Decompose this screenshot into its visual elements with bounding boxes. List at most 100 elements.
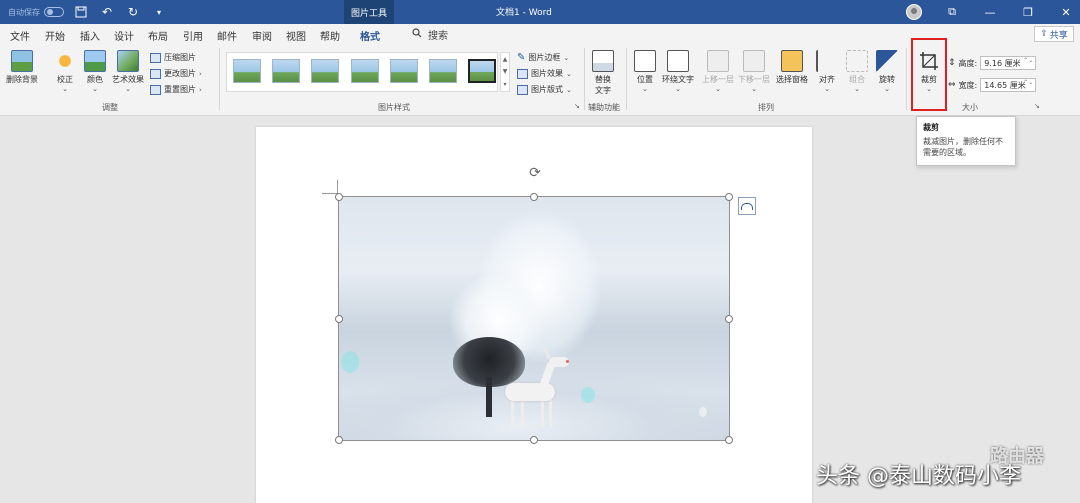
bring-forward-button[interactable]: 上移一层 ⌄: [702, 50, 734, 93]
resize-handle-right[interactable]: [725, 315, 733, 323]
selection-pane-button[interactable]: 选择窗格: [776, 50, 808, 85]
color-label: 颜色: [87, 75, 103, 84]
layout-options-icon[interactable]: [738, 197, 756, 215]
rotate-label: 旋转: [879, 75, 895, 84]
corrections-button[interactable]: 校正 ⌄: [54, 50, 76, 93]
resize-handle-bottom[interactable]: [530, 436, 538, 444]
chevron-down-icon: ⌄: [715, 85, 721, 93]
tab-design[interactable]: 设计: [114, 28, 134, 43]
toggle-switch[interactable]: [44, 7, 64, 17]
tab-mailings[interactable]: 邮件: [217, 28, 237, 43]
style-thumbnail[interactable]: [311, 59, 339, 83]
share-label: 共享: [1049, 30, 1068, 41]
dialog-launcher-icon[interactable]: ↘: [574, 102, 580, 110]
remove-background-button[interactable]: 删除背景: [6, 50, 38, 85]
dialog-launcher-icon[interactable]: ↘: [1034, 102, 1040, 110]
search-icon: [412, 28, 422, 41]
sun-icon: [54, 50, 76, 72]
chevron-down-icon: ⌄: [854, 85, 860, 93]
resize-handle-top-left[interactable]: [335, 193, 343, 201]
style-thumbnail[interactable]: [272, 59, 300, 83]
chevron-down-icon: ⌄: [751, 85, 757, 93]
send-backward-button[interactable]: 下移一层 ⌄: [738, 50, 770, 93]
rotate-button[interactable]: 旋转 ⌄: [876, 50, 898, 93]
group-divider: [584, 48, 585, 110]
selected-picture[interactable]: [339, 197, 729, 440]
height-input[interactable]: 9.16 厘米: [980, 56, 1037, 70]
customize-icon[interactable]: ▾: [150, 3, 168, 21]
close-icon[interactable]: ✕: [1058, 6, 1074, 19]
style-thumbnail[interactable]: [351, 59, 379, 83]
resize-handle-bottom-left[interactable]: [335, 436, 343, 444]
ribbon-display-icon[interactable]: ⧉: [944, 5, 960, 19]
resize-handle-bottom-right[interactable]: [725, 436, 733, 444]
search-box[interactable]: 搜索: [412, 27, 448, 42]
group-label-arrange: 排列: [758, 103, 774, 112]
gallery-more-icon[interactable]: ▾: [503, 81, 506, 88]
restore-icon[interactable]: ❐: [1020, 6, 1036, 19]
alt-text-button[interactable]: 替换 文字: [592, 50, 614, 96]
scroll-up-icon[interactable]: ▲: [503, 56, 508, 63]
tab-view[interactable]: 视图: [286, 28, 306, 43]
change-picture-button[interactable]: 更改图片 ›: [150, 68, 202, 79]
group-label-picture-styles: 图片样式: [378, 103, 410, 112]
style-thumbnail[interactable]: [390, 59, 418, 83]
style-thumbnail[interactable]: [233, 59, 261, 83]
tab-review[interactable]: 审阅: [252, 28, 272, 43]
height-icon: ⇕: [948, 58, 956, 68]
send-backward-icon: [743, 50, 765, 72]
resize-handle-top[interactable]: [530, 193, 538, 201]
chevron-down-icon: ›: [199, 69, 202, 78]
picture-border-label: 图片边框: [528, 53, 561, 62]
gallery-scroll[interactable]: ▲ ▼ ▾: [500, 52, 510, 92]
share-icon: ⇪: [1040, 29, 1048, 39]
tab-file[interactable]: 文件: [10, 28, 30, 43]
alt-text-icon: [592, 50, 614, 72]
group-divider: [626, 48, 627, 110]
compress-pictures-button[interactable]: 压缩图片: [150, 52, 196, 63]
wrap-text-button[interactable]: 环绕文字 ⌄: [662, 50, 694, 93]
undo-icon[interactable]: ↶: [98, 3, 116, 21]
style-thumbnail[interactable]: [429, 59, 457, 83]
align-button[interactable]: 对齐 ⌄: [816, 50, 838, 93]
crop-highlight-box: [911, 38, 947, 111]
alt-text-label-2: 文字: [595, 86, 611, 95]
share-button[interactable]: ⇪ 共享: [1034, 26, 1074, 42]
title-bar: 自动保存 ↶ ↻ ▾ 图片工具 文档1 - Word ⧉ — ❐ ✕: [0, 0, 1080, 24]
tab-home[interactable]: 开始: [45, 28, 65, 43]
avatar[interactable]: [906, 4, 922, 20]
reset-picture-button[interactable]: 重置图片 ›: [150, 84, 202, 95]
width-input[interactable]: 14.65 厘米: [980, 78, 1037, 92]
tab-layout[interactable]: 布局: [148, 28, 168, 43]
reset-picture-icon: [150, 84, 161, 95]
tab-format[interactable]: 格式: [358, 28, 382, 47]
chevron-down-icon: ⌄: [62, 85, 68, 93]
picture-effects-button[interactable]: 图片效果 ⌄: [517, 68, 572, 79]
bring-forward-label: 上移一层: [702, 75, 734, 84]
picture-layout-button[interactable]: 图片版式 ⌄: [517, 84, 572, 95]
color-button[interactable]: 颜色 ⌄: [84, 50, 106, 93]
tab-help[interactable]: 帮助: [320, 28, 340, 43]
quick-access-toolbar: 自动保存 ↶ ↻ ▾: [8, 3, 168, 21]
group-button[interactable]: 组合 ⌄: [846, 50, 868, 93]
height-control: ⇕ 高度: 9.16 厘米: [948, 56, 1037, 70]
margin-mark: [337, 180, 338, 194]
group-divider: [219, 48, 220, 110]
tab-references[interactable]: 引用: [183, 28, 203, 43]
color-icon: [84, 50, 106, 72]
rotate-handle-icon[interactable]: ⟳: [527, 165, 543, 181]
style-thumbnail[interactable]: [468, 59, 496, 83]
scroll-down-icon[interactable]: ▼: [503, 68, 508, 75]
position-button[interactable]: 位置 ⌄: [634, 50, 656, 93]
save-icon[interactable]: [72, 3, 90, 21]
tab-insert[interactable]: 插入: [80, 28, 100, 43]
bokeh-light: [581, 387, 595, 403]
redo-icon[interactable]: ↻: [124, 3, 142, 21]
artistic-effects-button[interactable]: 艺术效果 ⌄: [112, 50, 144, 93]
chevron-down-icon: ⌄: [675, 85, 681, 93]
autosave-toggle[interactable]: 自动保存: [8, 7, 64, 18]
resize-handle-left[interactable]: [335, 315, 343, 323]
resize-handle-top-right[interactable]: [725, 193, 733, 201]
minimize-icon[interactable]: —: [982, 6, 998, 19]
picture-border-button[interactable]: ✎ 图片边框 ⌄: [517, 52, 569, 63]
